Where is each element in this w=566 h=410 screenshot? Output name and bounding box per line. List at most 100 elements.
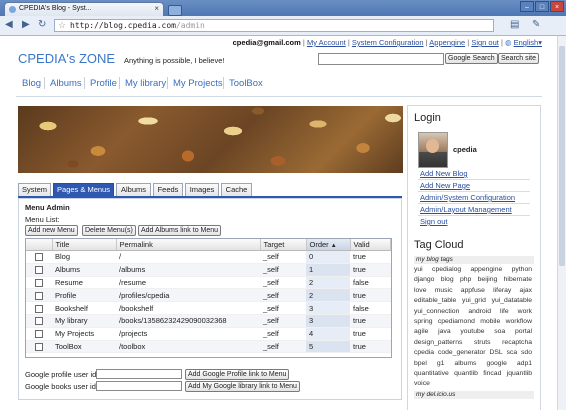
add-google-library-button[interactable]: Add My Google library link to Menu bbox=[185, 381, 300, 392]
nav-item-my-library[interactable]: My library bbox=[125, 78, 166, 89]
page-menu-icon[interactable]: ▤ bbox=[510, 19, 519, 30]
nav-item-blog[interactable]: Blog bbox=[22, 78, 41, 89]
tag-link[interactable]: soa bbox=[494, 328, 505, 335]
add-google-profile-button[interactable]: Add Google Profile link to Menu bbox=[185, 369, 290, 380]
row-checkbox[interactable] bbox=[35, 330, 43, 339]
tab-cache[interactable]: Cache bbox=[221, 183, 252, 196]
table-row[interactable]: Albums/albums _self 1 true bbox=[26, 263, 391, 277]
admin-layout-management-link[interactable]: Admin/Layout Management bbox=[420, 205, 512, 214]
page-scrollbar[interactable] bbox=[557, 36, 566, 410]
delete-menus-button[interactable]: Delete Menu(s) bbox=[82, 225, 136, 236]
tag-link[interactable]: recaptcha bbox=[502, 339, 532, 346]
tag-link[interactable]: yui bbox=[414, 266, 423, 273]
add-new-menu-button[interactable]: Add new Menu bbox=[25, 225, 78, 236]
tag-link[interactable]: struts bbox=[474, 339, 491, 346]
tag-link[interactable]: workflow bbox=[506, 318, 532, 325]
tag-link[interactable]: spring bbox=[414, 318, 433, 325]
bookmark-star-icon[interactable]: ☆ bbox=[58, 20, 66, 31]
row-checkbox[interactable] bbox=[35, 279, 43, 287]
tag-link[interactable]: agile bbox=[414, 328, 428, 335]
tag-link[interactable]: editable_table bbox=[414, 297, 456, 304]
my-account-link[interactable]: My Account bbox=[307, 38, 346, 47]
add-albums-link-button[interactable]: Add Albums link to Menu bbox=[138, 225, 222, 236]
order-column-header[interactable]: Order ▲ bbox=[306, 239, 351, 251]
tab-pages-menus[interactable]: Pages & Menus bbox=[53, 183, 114, 196]
admin-system-configuration-link[interactable]: Admin/System Configuration bbox=[420, 193, 515, 202]
tag-link[interactable]: bpel bbox=[414, 360, 427, 367]
forward-arrow-icon[interactable]: ▶ bbox=[22, 19, 30, 30]
tag-link[interactable]: life bbox=[500, 308, 509, 315]
tag-link[interactable]: yui_connection bbox=[414, 308, 459, 315]
tag-link[interactable]: appengine bbox=[471, 266, 503, 273]
tag-link[interactable]: android bbox=[468, 308, 491, 315]
permalink-column-header[interactable]: Permalink bbox=[116, 239, 261, 251]
minimize-button[interactable]: – bbox=[520, 1, 534, 12]
row-checkbox[interactable] bbox=[35, 291, 43, 300]
tag-link[interactable]: blog bbox=[441, 276, 454, 283]
tag-link[interactable]: music bbox=[435, 287, 453, 294]
tag-link[interactable]: java bbox=[438, 328, 450, 335]
new-tab-button[interactable] bbox=[168, 5, 182, 16]
tag-link[interactable]: youtube bbox=[460, 328, 484, 335]
appengine-link[interactable]: Appengine bbox=[429, 38, 465, 47]
tag-link[interactable]: work bbox=[518, 308, 532, 315]
tab-close-icon[interactable]: × bbox=[154, 4, 159, 13]
nav-item-profile[interactable]: Profile bbox=[90, 78, 117, 89]
sign-out-link[interactable]: Sign out bbox=[471, 38, 499, 47]
tag-link[interactable]: sdo bbox=[521, 349, 532, 356]
add-new-blog-link[interactable]: Add New Blog bbox=[420, 169, 468, 178]
language-select[interactable]: English▾ bbox=[514, 38, 542, 47]
tag-link[interactable]: python bbox=[512, 266, 532, 273]
select-checkbox[interactable] bbox=[26, 301, 52, 315]
back-arrow-icon[interactable]: ◀ bbox=[5, 19, 13, 30]
row-checkbox[interactable] bbox=[35, 342, 43, 351]
tag-link[interactable]: sca bbox=[507, 349, 518, 356]
tag-link[interactable]: design_patterns bbox=[414, 339, 462, 346]
tag-link[interactable]: fincad bbox=[483, 370, 501, 377]
wrench-icon[interactable]: ✎ bbox=[532, 19, 540, 30]
google-profile-input[interactable] bbox=[96, 369, 182, 379]
tag-link[interactable]: cpedialog bbox=[432, 266, 461, 273]
nav-item-toolbox[interactable]: ToolBox bbox=[229, 78, 263, 89]
tag-link[interactable]: code_generator bbox=[438, 349, 486, 356]
target-column-header[interactable]: Target bbox=[260, 239, 307, 251]
tag-link[interactable]: ajax bbox=[520, 287, 532, 294]
scrollbar-thumb[interactable] bbox=[559, 46, 565, 266]
tag-link[interactable]: g1 bbox=[437, 360, 445, 367]
row-checkbox[interactable] bbox=[35, 266, 43, 275]
tag-link[interactable]: cpedia bbox=[414, 349, 434, 356]
select-checkbox[interactable] bbox=[26, 327, 52, 341]
tag-link[interactable]: quantitative bbox=[414, 370, 449, 377]
tag-link[interactable]: hibernate bbox=[504, 276, 532, 283]
table-row[interactable]: Bookshelf/bookshelf _self 3 false bbox=[26, 301, 391, 315]
row-checkbox[interactable] bbox=[35, 304, 43, 313]
add-new-page-link[interactable]: Add New Page bbox=[420, 181, 470, 190]
nav-item-albums[interactable]: Albums bbox=[50, 78, 82, 89]
tag-link[interactable]: DSL bbox=[489, 349, 502, 356]
select-checkbox[interactable] bbox=[26, 340, 52, 354]
nav-item-my-projects[interactable]: My Projects bbox=[173, 78, 223, 89]
row-checkbox[interactable] bbox=[35, 317, 43, 326]
tag-link[interactable]: yui_grid bbox=[462, 297, 486, 304]
title-column-header[interactable]: Title bbox=[52, 239, 117, 251]
tag-link[interactable]: quantlib bbox=[454, 370, 478, 377]
table-row[interactable]: Resume/resume _self 2 false bbox=[26, 276, 391, 290]
select-checkbox[interactable] bbox=[26, 250, 52, 264]
system-configuration-link[interactable]: System Configuration bbox=[352, 38, 424, 47]
tag-link[interactable]: php bbox=[460, 276, 471, 283]
sidebar-sign-out-link[interactable]: Sign out bbox=[420, 217, 448, 226]
close-window-button[interactable]: × bbox=[550, 1, 564, 12]
tag-link[interactable]: django bbox=[414, 276, 434, 283]
tag-link[interactable]: albums bbox=[454, 360, 476, 367]
tab-images[interactable]: Images bbox=[185, 183, 219, 196]
maximize-button[interactable]: □ bbox=[535, 1, 549, 12]
tag-link[interactable]: mobile bbox=[480, 318, 500, 325]
tag-link[interactable]: adp1 bbox=[517, 360, 532, 367]
tag-link[interactable]: google bbox=[486, 360, 506, 367]
google-search-button[interactable]: Google Search bbox=[445, 53, 498, 64]
tab-albums[interactable]: Albums bbox=[116, 183, 151, 196]
select-checkbox[interactable] bbox=[26, 276, 52, 290]
select-checkbox[interactable] bbox=[26, 288, 52, 303]
tag-link[interactable]: cpediamond bbox=[438, 318, 475, 325]
tag-link[interactable]: love bbox=[414, 287, 426, 294]
